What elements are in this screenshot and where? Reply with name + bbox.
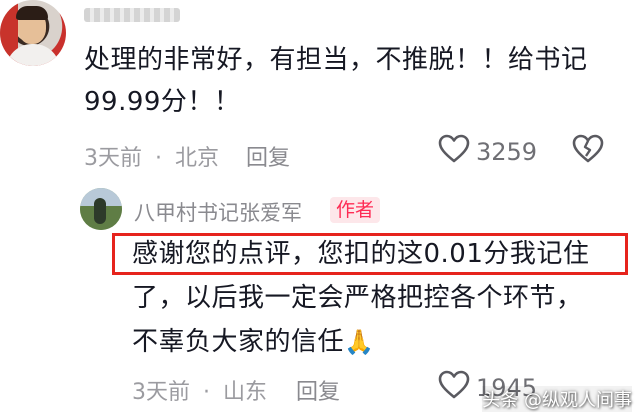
heart-outline-icon (438, 370, 470, 399)
meta-separator: · (203, 380, 210, 405)
meta-separator: · (155, 146, 162, 171)
reply-line-2: 了，以后我一定会严格把控各个环节， (132, 283, 583, 313)
comment-location: 北京 (175, 146, 220, 171)
reply-time: 3天前 (132, 380, 190, 405)
praying-hands-emoji: 🙏 (344, 328, 375, 356)
blurred-name (84, 8, 180, 22)
heart-outline-icon (438, 134, 470, 163)
author-badge: 作者 (330, 197, 381, 223)
comment-like-button[interactable] (438, 134, 470, 168)
replier-username[interactable]: 八甲村书记张爱军 (134, 197, 302, 227)
reply-meta: 3天前 · 山东 (132, 374, 267, 406)
avatar-person (94, 198, 106, 224)
comment-line-2: 99.99分！！ (84, 87, 241, 117)
commenter-username-blurred[interactable] (84, 6, 184, 26)
comment-time: 3天前 (84, 146, 142, 171)
reply-line-1: 感谢您的点评，您扣的这0.01分我记住 (132, 239, 590, 269)
reply-location: 山东 (223, 380, 268, 405)
broken-heart-icon (572, 134, 604, 163)
comment-meta: 3天前 · 北京 (84, 140, 219, 172)
reply-line-3: 不辜负大家的信任🙏 (132, 322, 374, 362)
reply-line-3-text: 不辜负大家的信任 (132, 327, 345, 357)
comment-dislike-button[interactable] (572, 134, 604, 168)
reply-reply-button[interactable]: 回复 (296, 374, 340, 406)
replier-avatar[interactable] (80, 188, 122, 230)
avatar-hair (16, 6, 48, 20)
reply-like-button[interactable] (438, 370, 470, 404)
watermark: 头条 @纵观人间事 (482, 386, 632, 412)
commenter-avatar[interactable] (0, 0, 66, 66)
comment-reply-button[interactable]: 回复 (246, 140, 290, 172)
comment-like-count: 3259 (476, 138, 538, 166)
comment-line-1: 处理的非常好，有担当，不推脱！！给书记 (84, 45, 588, 75)
